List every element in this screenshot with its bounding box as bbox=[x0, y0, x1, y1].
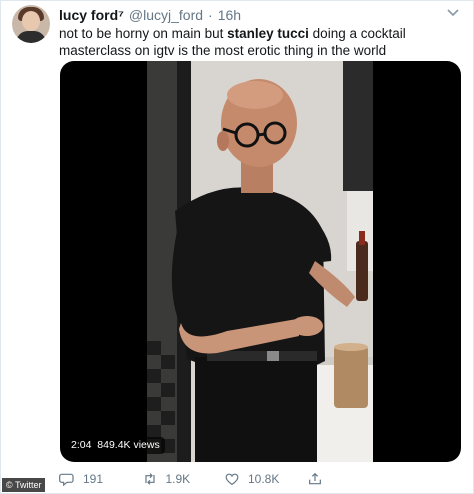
reply-button[interactable]: 191 bbox=[59, 470, 142, 488]
retweet-icon bbox=[144, 473, 155, 485]
video-frame bbox=[147, 61, 373, 462]
reply-count: 191 bbox=[83, 472, 104, 486]
separator-dot: · bbox=[208, 7, 213, 23]
like-count: 10.8K bbox=[248, 472, 280, 486]
retweet-button[interactable]: 1.9K bbox=[142, 470, 225, 488]
retweet-count: 1.9K bbox=[165, 472, 191, 486]
video-duration: 2:04 bbox=[71, 439, 92, 451]
video-player[interactable]: 2:04 849.4K views bbox=[60, 61, 461, 462]
twitter-watermark: © Twitter bbox=[2, 478, 46, 492]
author-handle[interactable]: @lucyj_ford bbox=[129, 7, 203, 23]
video-duration-badge: 2:04 849.4K views bbox=[66, 437, 165, 454]
share-icon bbox=[308, 472, 321, 485]
tweet-text-before: not to be horny on main but bbox=[59, 26, 228, 41]
action-bar: 191 1.9K 10.8K bbox=[59, 470, 389, 488]
avatar[interactable] bbox=[12, 5, 50, 43]
tweet-text-bold: stanley tucci bbox=[227, 26, 309, 41]
tweet-text: not to be horny on main but stanley tucc… bbox=[59, 25, 461, 59]
like-button[interactable]: 10.8K bbox=[224, 470, 307, 488]
chevron-down-icon[interactable] bbox=[444, 4, 462, 22]
share-button[interactable] bbox=[307, 470, 390, 488]
heart-icon bbox=[225, 473, 239, 486]
video-views: 849.4K views bbox=[97, 439, 160, 451]
author-name[interactable]: lucy ford⁷ bbox=[59, 7, 124, 23]
tweet-header: lucy ford⁷ @lucyj_ford · 16h bbox=[59, 7, 241, 23]
reply-icon bbox=[59, 473, 74, 487]
tweet-time[interactable]: 16h bbox=[218, 7, 241, 23]
